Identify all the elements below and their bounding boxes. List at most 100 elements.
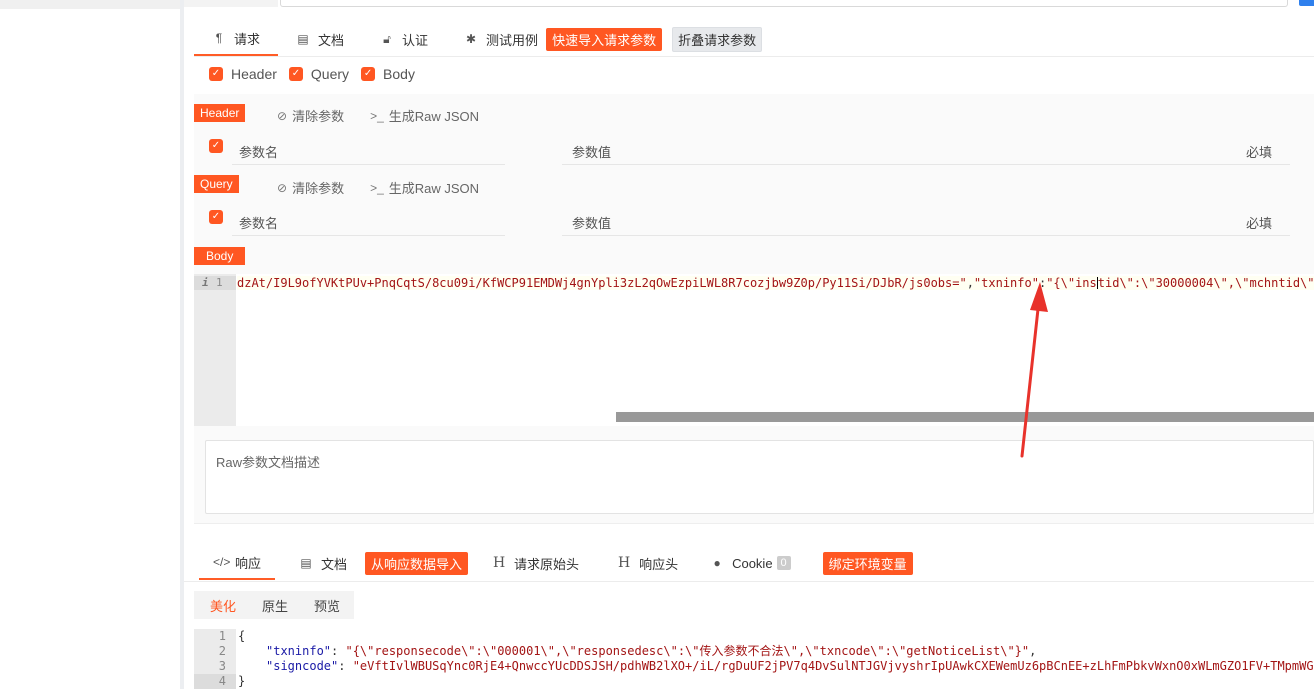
query-clear-label: 清除参数 [292, 181, 345, 196]
tab-response-doc[interactable]: ▤ 文档 [275, 546, 359, 580]
tab-test-label: 测试用例 [486, 32, 539, 48]
response-tabs: </> 响应 ▤ 文档 从响应数据导入 H 请求原始头 H 响应头 ● Cook… [199, 545, 913, 581]
query-value-underline [562, 235, 1290, 236]
tab-raw-request-header[interactable]: H 请求原始头 [468, 546, 593, 580]
code-key-txninfo: "txninfo" [973, 276, 1039, 290]
cookie-count-badge: 0 [776, 556, 791, 570]
toggle-query-label: Query [310, 66, 350, 82]
header-section-label: Header [194, 104, 246, 122]
toggle-query[interactable]: ✓ Query [288, 66, 350, 82]
body-line-number: i 1 [194, 276, 236, 290]
left-pane-top-strip [0, 0, 180, 9]
header-select-all-checkbox[interactable]: ✓ [209, 139, 223, 153]
header-gen-raw-button[interactable]: >_ 生成Raw JSON [370, 106, 479, 125]
response-line-number: 2 [218, 644, 226, 658]
format-preview[interactable]: 预览 [301, 596, 353, 615]
unlock-icon: 🔓︎ [383, 31, 391, 46]
left-pane [0, 0, 180, 689]
bug-icon: ✱ [466, 32, 477, 46]
format-tabs: 美化 原生 预览 [194, 591, 354, 619]
params-panel: Header ⊘ 清除参数 >_ 生成Raw JSON ✓ 参数名 参数值 必填 Q… [194, 94, 1314, 524]
terminal-icon: >_ [370, 180, 384, 195]
response-line-number: 1 [218, 629, 226, 643]
response-line-number: 4 [194, 674, 236, 689]
body-line-number-text: 1 [216, 276, 223, 289]
query-col-value: 参数值 [572, 216, 612, 231]
code-string-1: dzAt/I9L9ofYVKtPUv+PnqCqtS/8cu09i/KfWCP9… [237, 276, 967, 290]
import-from-response-button[interactable]: 从响应数据导入 [365, 551, 469, 575]
toggle-header-label: Header [231, 66, 277, 82]
body-code-line[interactable]: dzAt/I9L9ofYVKtPUv+PnqCqtS/8cu09i/KfWCP9… [237, 276, 1314, 290]
collapse-params-button[interactable]: 折叠请求参数 [672, 26, 763, 52]
response-code-editor[interactable]: 1 2 3 4 { "txninfo": "{\"responsecode\":… [194, 629, 1314, 689]
ban-icon: ⊘ [277, 180, 288, 195]
checkbox-icon: ✓ [209, 67, 223, 81]
quick-import-button[interactable]: 快速导入请求参数 [546, 27, 663, 51]
body-editor-gutter: i 1 [194, 274, 236, 426]
query-select-all-checkbox[interactable]: ✓ [209, 210, 223, 224]
url-input[interactable] [280, 0, 1288, 7]
response-key-txninfo: "txninfo" [266, 644, 332, 658]
request-tabs: ¶ 请求 ▤ 文档 🔓︎ 认证 ✱ 测试用例 快速导入请求参数 折叠请求参数 [194, 22, 763, 56]
response-value-signcode: "eVftIvlWBUSqYnc0RjE4+QnwccYUcDDSJSH/pdh… [352, 659, 1314, 673]
tab-response-header-label: 响应头 [639, 556, 679, 572]
query-section-label: Query [194, 175, 239, 193]
query-columns-row: ✓ 参数名 参数值 必填 [194, 205, 1314, 237]
info-marker-icon: i [202, 276, 209, 289]
header-col-value: 参数值 [572, 145, 612, 160]
tab-request[interactable]: ¶ 请求 [194, 22, 279, 56]
main-panel: ¶ 请求 ▤ 文档 🔓︎ 认证 ✱ 测试用例 快速导入请求参数 折叠请求参数 ✓… [184, 0, 1314, 689]
query-name-underline [232, 235, 505, 236]
format-raw[interactable]: 原生 [249, 596, 301, 615]
response-key-signcode: "signcode" [266, 659, 339, 673]
tab-response-header[interactable]: H 响应头 [593, 546, 692, 580]
format-pretty[interactable]: 美化 [194, 596, 249, 615]
tab-doc[interactable]: ▤ 文档 [278, 22, 362, 56]
response-code[interactable]: { "txninfo": "{\"responsecode\":\"000001… [238, 629, 1314, 689]
cookie-icon: ● [713, 556, 721, 570]
raw-description-textarea[interactable]: Raw参数文档描述 [205, 440, 1314, 514]
tab-response-label: 响应 [235, 555, 262, 571]
code-punct-1: , [966, 276, 974, 290]
tab-test[interactable]: ✱ 测试用例 [446, 22, 538, 56]
response-colon: : [331, 644, 346, 658]
header-h-icon: H [617, 555, 631, 571]
tab-doc-label: 文档 [318, 32, 345, 48]
body-code-editor[interactable]: i 1 dzAt/I9L9ofYVKtPUv+PnqCqtS/8cu09i/Kf… [194, 274, 1314, 426]
query-clear-button[interactable]: ⊘ 清除参数 [277, 178, 344, 197]
tab-request-label: 请求 [234, 31, 261, 47]
tab-cookie[interactable]: ● Cookie 0 [692, 546, 805, 580]
query-gen-raw-button[interactable]: >_ 生成Raw JSON [370, 178, 479, 197]
section-toggles: ✓ Header ✓ Query ✓ Body [209, 64, 427, 84]
header-clear-button[interactable]: ⊘ 清除参数 [277, 106, 344, 125]
code-string-3: tid\":\"30000004\",\"mchntid\":\ [1097, 276, 1314, 290]
header-columns-row: ✓ 参数名 参数值 必填 [194, 134, 1314, 166]
query-col-required: 必填 [1246, 216, 1273, 231]
response-comma: , [1029, 644, 1037, 658]
toggle-body[interactable]: ✓ Body [361, 66, 415, 82]
tab-auth-label: 认证 [402, 32, 429, 48]
document-icon: ▤ [300, 556, 312, 570]
ban-icon: ⊘ [277, 108, 288, 123]
header-tools: ⊘ 清除参数 >_ 生成Raw JSON [277, 106, 505, 125]
code-icon: </> [213, 555, 231, 569]
header-name-underline [232, 164, 505, 165]
horizontal-scrollbar[interactable] [616, 412, 1314, 422]
raw-description-placeholder: Raw参数文档描述 [216, 455, 321, 470]
code-string-2: "{\"ins [1046, 276, 1097, 290]
header-h-icon: H [492, 555, 506, 571]
header-gen-raw-label: 生成Raw JSON [388, 109, 480, 124]
tab-response[interactable]: </> 响应 [199, 546, 276, 580]
checkbox-icon: ✓ [361, 67, 376, 81]
tab-cookie-label: Cookie [732, 555, 773, 571]
tab-raw-request-header-label: 请求原始头 [514, 556, 580, 572]
send-button[interactable] [1299, 0, 1314, 6]
tab-auth[interactable]: 🔓︎ 认证 [362, 22, 446, 56]
checkbox-icon: ✓ [288, 67, 303, 81]
header-col-name: 参数名 [239, 145, 279, 160]
toggle-header[interactable]: ✓ Header [209, 66, 277, 82]
header-value-underline [562, 164, 1290, 165]
bind-env-button[interactable]: 绑定环境变量 [822, 551, 913, 575]
method-select[interactable] [184, 0, 278, 7]
response-editor-gutter: 1 2 3 4 [194, 629, 236, 689]
